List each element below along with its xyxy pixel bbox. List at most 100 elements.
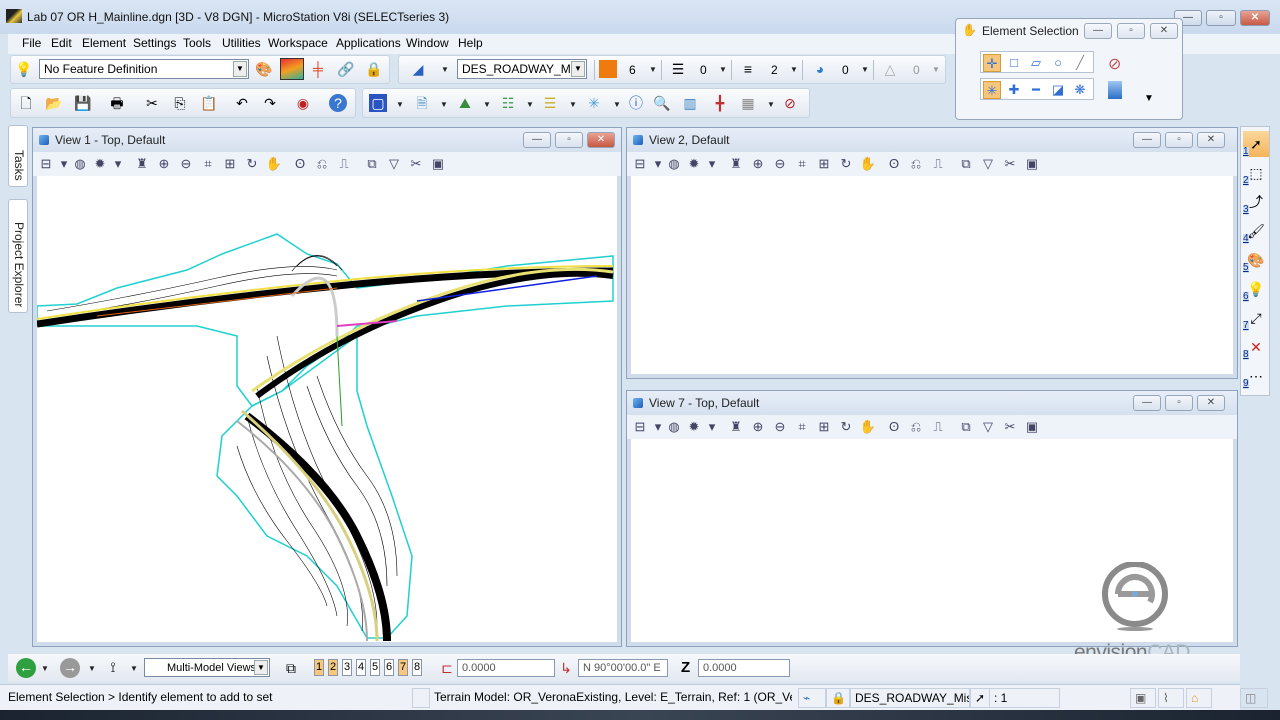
level-display-icon[interactable]: ◢ <box>409 60 427 78</box>
menu-edit[interactable]: Edit <box>51 36 72 50</box>
redo-icon[interactable]: ↷ <box>261 94 279 112</box>
chevron-down-icon[interactable]: ▼ <box>441 65 449 74</box>
help-icon[interactable]: ? <box>329 94 347 112</box>
camera-icon[interactable]: ▣ <box>1023 418 1041 436</box>
zoom-out-icon[interactable]: ⊖ <box>771 418 789 436</box>
find-icon[interactable]: 🔍 <box>653 94 671 112</box>
menu-window[interactable]: Window <box>406 36 449 50</box>
view-clip-icon[interactable]: ▽ <box>385 155 403 173</box>
clip-mask-icon[interactable]: ✂ <box>407 155 425 173</box>
copy-view-icon[interactable]: ⧉ <box>363 155 381 173</box>
lighting-icon[interactable]: ✹ <box>685 155 703 173</box>
lighting-icon[interactable]: ✹ <box>91 155 109 173</box>
globe-icon[interactable]: ◉ <box>294 94 312 112</box>
chevron-down-icon[interactable]: ▼ <box>41 664 49 673</box>
next-view-icon[interactable]: ⎍ <box>929 418 947 436</box>
no-display-icon[interactable]: ⊘ <box>781 94 799 112</box>
priority-icon[interactable]: △ <box>881 60 899 78</box>
chevron-down-icon[interactable]: ▾ <box>703 155 721 173</box>
chevron-down-icon[interactable]: ▼ <box>233 61 247 77</box>
display-style-icon[interactable]: ◍ <box>665 155 683 173</box>
element-info-icon[interactable]: ⓘ <box>627 94 645 112</box>
view-2-close-button[interactable]: ✕ <box>1197 132 1225 148</box>
fit-view-icon[interactable]: ⊞ <box>815 418 833 436</box>
view-toggle-6[interactable]: 6 <box>384 659 394 676</box>
save-icon[interactable]: 💾 <box>74 94 92 112</box>
toolbox-fence-button[interactable]: ⬚ 2 <box>1243 160 1269 186</box>
new-mode-icon[interactable]: ✳ <box>983 81 1001 99</box>
open-folder-icon[interactable]: 📂 <box>45 94 63 112</box>
render-icon[interactable]: ✳ <box>585 94 603 112</box>
distance-field[interactable]: 0.0000 <box>457 659 555 677</box>
new-file-icon[interactable]: 🗋 <box>17 94 35 112</box>
chevron-down-icon[interactable]: ▼ <box>861 65 869 74</box>
snap-mode-icon[interactable]: ⌁ <box>798 688 826 708</box>
chevron-down-icon[interactable]: ▼ <box>790 65 798 74</box>
view-toggle-1[interactable]: 1 <box>314 659 324 676</box>
toolbox-lighting-button[interactable]: 💡 6 <box>1243 276 1269 302</box>
invert-mode-icon[interactable]: ◪ <box>1049 81 1067 99</box>
active-color-icon[interactable] <box>599 60 617 78</box>
active-level-select[interactable]: DES_ROADWAY_Misc ▼ <box>457 59 587 79</box>
chevron-down-icon[interactable]: ▾ <box>109 155 127 173</box>
chevron-down-icon[interactable]: ▼ <box>88 664 96 673</box>
view-2-drawing-canvas[interactable] <box>631 176 1233 374</box>
view-clip-icon[interactable]: ▽ <box>979 155 997 173</box>
view-attributes-icon[interactable]: ⊟ <box>631 155 649 173</box>
previous-view-icon[interactable]: ⎌ <box>313 155 331 173</box>
select-all-icon[interactable] <box>1108 81 1122 99</box>
toolbox-paint-brush-button[interactable]: 🖌 4 <box>1243 218 1269 244</box>
menu-utilities[interactable]: Utilities <box>222 36 261 50</box>
clear-mode-icon[interactable]: ❋ <box>1071 81 1089 99</box>
zoom-out-icon[interactable]: ⊖ <box>771 155 789 173</box>
menu-element[interactable]: Element <box>82 36 126 50</box>
view-1-drawing-canvas[interactable] <box>36 176 617 642</box>
view-toggle-3[interactable]: 3 <box>342 659 352 676</box>
level-manager-icon[interactable]: ☷ <box>499 94 517 112</box>
undo-icon[interactable]: ↶ <box>233 94 251 112</box>
walk-icon[interactable]: ʘ <box>885 155 903 173</box>
zoom-out-icon[interactable]: ⊖ <box>177 155 195 173</box>
view-7-title-bar[interactable]: View 7 - Top, Default — ▫ ✕ <box>627 391 1237 415</box>
view-toggle-2[interactable]: 2 <box>328 659 338 676</box>
dialog-maximize-button[interactable]: ▫ <box>1117 23 1145 39</box>
view-2-title-bar[interactable]: View 2, Default — ▫ ✕ <box>627 128 1237 152</box>
view-7-close-button[interactable]: ✕ <box>1197 395 1225 411</box>
compare-icon[interactable]: ▥ <box>681 94 699 112</box>
line-weight-icon[interactable]: ≡ <box>739 60 757 78</box>
line-style-icon[interactable]: ☰ <box>669 60 687 78</box>
cut-icon[interactable]: ✂ <box>143 94 161 112</box>
chevron-down-icon[interactable]: ▼ <box>1144 93 1154 104</box>
zoom-in-icon[interactable]: ⊕ <box>749 155 767 173</box>
lock-icon[interactable]: 🔒 <box>826 688 850 708</box>
view-clip-icon[interactable]: ▽ <box>979 418 997 436</box>
fit-view-icon[interactable]: ⊞ <box>815 155 833 173</box>
fit-view-icon[interactable]: ⊞ <box>221 155 239 173</box>
model-icon[interactable]: ⟟ <box>104 658 122 676</box>
menu-workspace[interactable]: Workspace <box>268 36 328 50</box>
close-button[interactable]: ✕ <box>1240 10 1270 26</box>
angle-field[interactable]: N 90°00'00.0" E <box>578 659 668 677</box>
status-active-level[interactable]: DES_ROADWAY_Misc <box>850 688 970 708</box>
menu-applications[interactable]: Applications <box>336 36 401 50</box>
chevron-down-icon[interactable]: ▼ <box>254 660 268 675</box>
chain-link-icon[interactable]: 🔗 <box>337 60 355 78</box>
chevron-down-icon[interactable]: ▼ <box>440 100 448 109</box>
chevron-down-icon[interactable]: ▼ <box>130 664 138 673</box>
lighting-icon[interactable]: ✹ <box>685 418 703 436</box>
view-toggle-4[interactable]: 4 <box>356 659 366 676</box>
view-toggle-5[interactable]: 5 <box>370 659 380 676</box>
chevron-down-icon[interactable]: ▼ <box>767 100 775 109</box>
individual-method-icon[interactable]: ✛ <box>983 54 1001 72</box>
pan-view-icon[interactable]: ✋ <box>265 155 283 173</box>
chevron-down-icon[interactable]: ▼ <box>719 65 727 74</box>
lock-icon[interactable]: 🔒 <box>365 60 383 78</box>
pan-view-icon[interactable]: ✋ <box>859 155 877 173</box>
reference-icon[interactable]: 🗎 <box>413 94 431 112</box>
zoom-in-icon[interactable]: ⊕ <box>749 418 767 436</box>
view-1-title-bar[interactable]: View 1 - Top, Default — ▫ ✕ <box>33 128 621 152</box>
next-view-icon[interactable]: ⎍ <box>929 155 947 173</box>
previous-view-icon[interactable]: ⎌ <box>907 418 925 436</box>
chevron-down-icon[interactable]: ▼ <box>571 61 585 77</box>
chevron-down-icon[interactable]: ▼ <box>932 65 940 74</box>
